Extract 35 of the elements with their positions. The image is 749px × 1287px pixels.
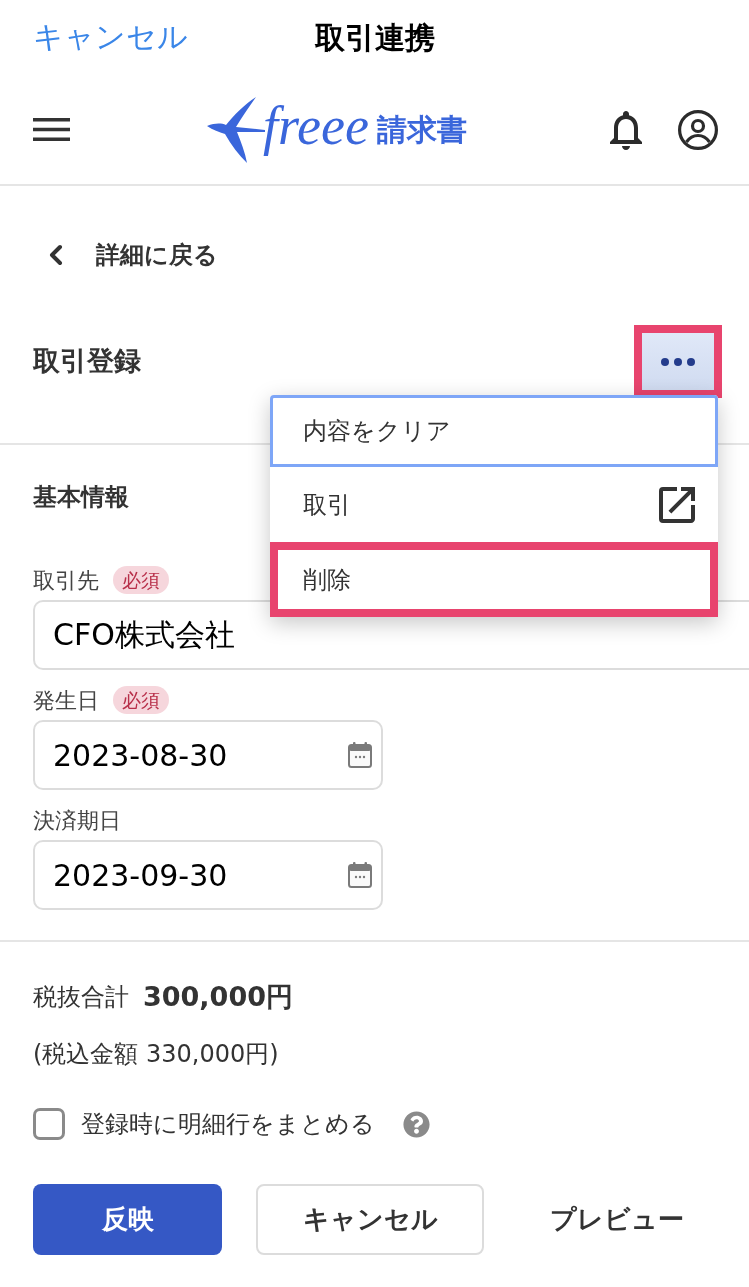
cancel-button[interactable]: キャンセル xyxy=(256,1184,484,1255)
preview-button[interactable]: プレビュー xyxy=(517,1184,716,1255)
tax-included-amount: (税込金額 330,000円) xyxy=(33,1039,279,1070)
field-label: 発生日 xyxy=(33,686,99,715)
logo-wordmark: freee xyxy=(263,98,369,158)
field-label: 決済期日 xyxy=(33,806,121,835)
subtotal-label: 税抜合計 xyxy=(33,982,129,1013)
apply-button[interactable]: 反映 xyxy=(33,1184,223,1255)
more-icon xyxy=(661,357,695,366)
checkbox-label[interactable]: 登録時に明細行をまとめる xyxy=(81,1106,375,1142)
subtotal-amount: 300,000円 xyxy=(143,979,293,1014)
back-link[interactable]: 詳細に戻る xyxy=(40,225,218,285)
menu-item[interactable]: 取引 xyxy=(270,467,718,542)
section-title: 基本情報 xyxy=(33,482,129,513)
bell-icon[interactable] xyxy=(610,109,642,150)
menu-icon[interactable] xyxy=(33,118,70,141)
checkbox[interactable] xyxy=(33,1108,65,1140)
field-label: 取引先 xyxy=(33,566,99,595)
page-title: 取引登録 xyxy=(33,344,141,379)
nav-title: 取引連携 xyxy=(314,19,435,57)
user-icon[interactable] xyxy=(678,109,718,150)
required-badge: 必須 xyxy=(113,686,169,714)
logo-product-name: 請求書 xyxy=(376,111,467,149)
bird-logo-icon xyxy=(207,96,265,163)
help-icon[interactable] xyxy=(403,1110,430,1138)
calendar-icon[interactable] xyxy=(348,862,372,888)
calendar-icon[interactable] xyxy=(348,742,372,768)
cancel-link[interactable]: キャンセル xyxy=(33,21,188,52)
more-button[interactable] xyxy=(634,325,722,398)
date-field[interactable]: 2023-09-30 xyxy=(33,840,383,910)
menu-item[interactable]: 内容をクリア xyxy=(270,395,718,467)
menu-item[interactable]: 削除 xyxy=(270,542,718,617)
external-link-icon xyxy=(659,486,695,523)
required-badge: 必須 xyxy=(113,566,169,594)
date-field[interactable]: 2023-08-30 xyxy=(33,720,383,790)
